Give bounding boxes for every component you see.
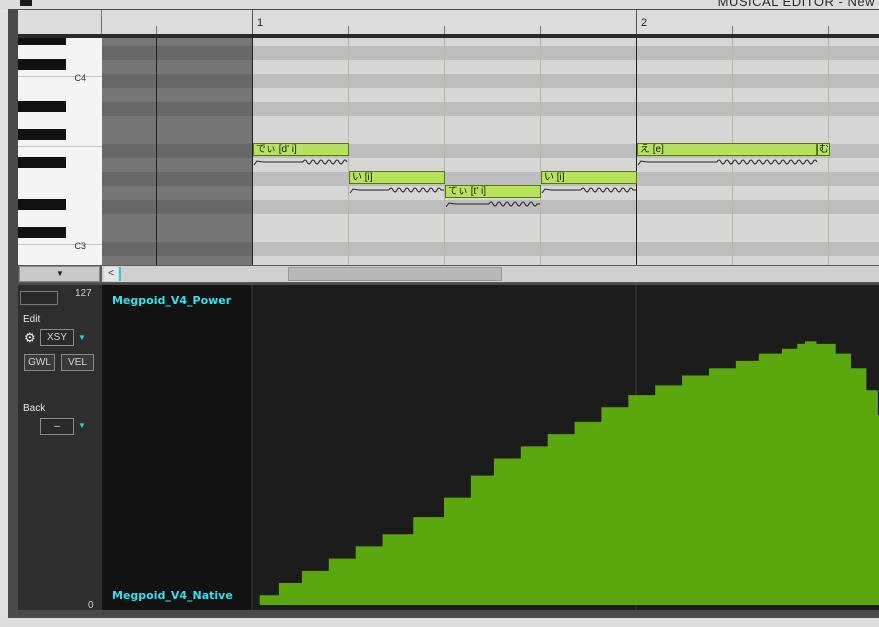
vibrato-line (637, 159, 818, 166)
control-panel: 127 Edit ⚙ XSY ▼ GWL VEL Back – ▼ 0 (18, 285, 103, 611)
top-voice-label: Megpoid_V4_Power (112, 294, 232, 307)
back-curve-arrow-icon[interactable]: ▼ (78, 421, 86, 430)
window-title-bar: MUSICAL EDITOR - New (0, 0, 879, 9)
bar-number-1: 1 (257, 17, 264, 29)
key-label-c4: C4 (74, 73, 86, 83)
edit-label: Edit (23, 314, 41, 325)
parameter-graph[interactable]: Megpoid_V4_Power Megpoid_V4_Native (102, 285, 879, 610)
scroll-thumb[interactable] (288, 267, 502, 281)
pre-measure-region (102, 38, 253, 265)
dropdown-arrow-icon: ▼ (56, 269, 64, 278)
back-label: Back (23, 403, 46, 414)
vibrato-line (541, 187, 636, 194)
black-key[interactable] (18, 38, 66, 45)
black-key[interactable] (18, 101, 66, 112)
black-key[interactable] (18, 199, 66, 210)
black-key[interactable] (18, 157, 66, 168)
max-value-label: 127 (75, 288, 92, 299)
piano-keyboard[interactable]: C4 C3 (18, 38, 103, 265)
gwl-button[interactable]: GWL (24, 354, 55, 371)
black-key[interactable] (18, 129, 66, 140)
curve-type-select[interactable]: XSY (40, 329, 74, 346)
note[interactable]: え [e] (637, 143, 817, 156)
value-box[interactable] (20, 291, 58, 305)
note[interactable]: でぃ [d' i] (253, 143, 349, 156)
scroll-left-icon[interactable]: < (104, 267, 118, 281)
xsy-curve-chart[interactable] (102, 285, 879, 610)
vel-button[interactable]: VEL (61, 354, 94, 371)
window-title: MUSICAL EDITOR - New (717, 0, 875, 9)
back-curve-select[interactable]: – (40, 418, 74, 435)
bar-number-2: 2 (641, 17, 648, 29)
pre-measure-shade (102, 285, 252, 610)
gear-icon[interactable]: ⚙ (24, 331, 38, 345)
note[interactable]: む (817, 143, 830, 156)
curve-type-arrow-icon[interactable]: ▼ (78, 333, 86, 342)
note[interactable]: てぃ [t' i] (445, 185, 541, 198)
window-bottom-edge (0, 618, 879, 627)
playhead-marker[interactable] (119, 267, 121, 281)
vibrato-line (349, 187, 444, 194)
min-value-label: 0 (88, 600, 94, 611)
note[interactable]: い [i] (541, 171, 637, 184)
timeline-ruler[interactable]: 1 2 (18, 10, 879, 35)
vibrato-line (445, 201, 540, 208)
black-key[interactable] (18, 59, 66, 70)
view-dropdown[interactable]: ▼ (19, 266, 100, 282)
xsy-curve-area[interactable] (252, 341, 879, 605)
black-key[interactable] (18, 227, 66, 238)
bottom-voice-label: Megpoid_V4_Native (112, 589, 233, 602)
piano-roll-grid[interactable]: でぃ [d' i] い [i] てぃ [t' i] い [i] え [e] む (102, 38, 879, 265)
app-icon (20, 0, 32, 6)
key-label-c3: C3 (74, 241, 86, 251)
vibrato-line (253, 159, 348, 166)
note[interactable]: い [i] (349, 171, 445, 184)
